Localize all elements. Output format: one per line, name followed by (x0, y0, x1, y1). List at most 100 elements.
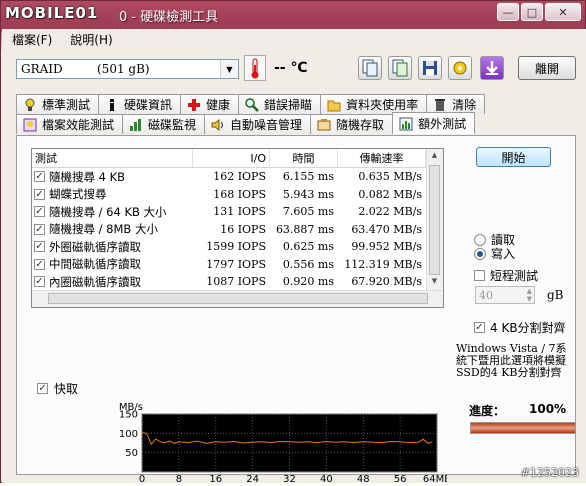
tab-benchmark[interactable]: 標準測試 (16, 94, 100, 114)
write-radio[interactable]: 寫入 (474, 245, 515, 262)
time-cell: 0.556 ms (282, 257, 334, 271)
start-button[interactable]: 開始 (476, 147, 551, 167)
column-header-io[interactable]: I/O (193, 149, 270, 167)
x-tick-label: 24 (246, 474, 259, 485)
time-cell: 63.887 ms (275, 222, 334, 236)
test-cell: ✓ 外圈磁軌循序讀取 (32, 239, 193, 255)
tab-label: 隨機存取 (336, 118, 385, 132)
test-name: 中間磁軌循序讀取 (49, 257, 141, 272)
window-title: 0 - 硬碟檢測工具 (119, 10, 219, 25)
tab-label: 檔案效能測試 (42, 118, 115, 132)
table-row[interactable]: ✓ 外圈磁軌循序讀取 1599 IOPS 0.625 ms 99.952 MB/s (32, 238, 443, 256)
align-checkbox[interactable]: ✓ 4 KB分割對齊 (474, 319, 566, 336)
x-tick-label: 40 (320, 474, 333, 485)
temperature-readout: -- ℃ (274, 60, 308, 76)
table-row[interactable]: ✓ 蝴蝶式搜尋 168 IOPS 5.943 ms 0.082 MB/s (32, 186, 443, 204)
gb-unit: gB (547, 288, 564, 302)
table-row[interactable]: ✓ 中間磁軌循序讀取 1797 IOPS 0.556 ms 112.319 MB/s (32, 256, 443, 274)
file-lightbulb-icon (23, 118, 37, 132)
quick-box: ✓ (37, 383, 48, 394)
options-icon[interactable] (448, 56, 472, 80)
io-cell: 1087 IOPS (206, 275, 266, 289)
menu-file[interactable]: 檔案(F) (12, 31, 52, 48)
tab-file-benchmark[interactable]: 檔案效能測試 (16, 114, 124, 134)
x-tick-label: 8 (176, 474, 182, 485)
row-checkbox[interactable]: ✓ (34, 223, 45, 235)
row-checkbox[interactable]: ✓ (34, 258, 45, 270)
transfer-rate-chart: MB/s 15010050 0816243240485664MB (119, 402, 447, 485)
short-test-checkbox[interactable]: 短程測試 (474, 267, 538, 284)
table-row[interactable]: ✓ 隨機搜尋 / 64 KB 大小 131 IOPS 7.605 ms 2.022 MB… (32, 203, 443, 221)
tab-error-scan[interactable]: 錯誤掃瞄 (238, 94, 322, 114)
column-header-test[interactable]: 測試 (32, 149, 193, 167)
download-icon[interactable] (480, 56, 504, 80)
chart-x-ticks: 0 8 16 24 32 40 48 56 64MB (139, 474, 447, 485)
info-icon (105, 98, 119, 112)
minimize-button[interactable]: — (497, 3, 519, 21)
horizontal-scrollbar[interactable] (32, 290, 443, 307)
copy-all-icon[interactable] (388, 56, 412, 80)
title-bar: MOBILE01 0 - 硬碟檢測工具 — □ ✕ (1, 1, 585, 27)
test-name: 隨機搜尋 4 KB (49, 169, 126, 184)
tab-row-1: 標準測試 硬碟資訊 健康 錯誤掃瞄 資料夾使用率 清除 (16, 94, 486, 114)
tab-erase[interactable]: 清除 (426, 94, 486, 114)
app-window: MOBILE01 0 - 硬碟檢測工具 — □ ✕ 檔案(F) 說明(H) GR… (0, 0, 586, 485)
align-note: Windows Vista / 7系統下暨用此選項將模擬SSD的4 KB分割對齊 (456, 342, 567, 379)
row-checkbox[interactable]: ✓ (34, 241, 45, 253)
gb-spinbox[interactable]: 40 ▲ ▼ (475, 286, 535, 304)
row-checkbox[interactable]: ✓ (34, 171, 45, 183)
column-header-rate[interactable]: 傳輸速率 (338, 149, 426, 167)
io-cell: 1599 IOPS (206, 240, 266, 254)
save-icon[interactable] (418, 56, 442, 80)
tab-disk-monitor[interactable]: 磁碟監視 (122, 114, 206, 134)
tab-health[interactable]: 健康 (180, 94, 240, 114)
close-button[interactable]: ✕ (545, 3, 581, 21)
tab-label: 硬碟資訊 (124, 98, 173, 112)
test-cell: ✓ 隨機搜尋 / 8MB 大小 (32, 221, 193, 237)
thermometer-icon (244, 55, 266, 81)
menu-help[interactable]: 說明(H) (70, 31, 112, 48)
tab-label: 磁碟監視 (148, 118, 197, 132)
row-checkbox[interactable]: ✓ (34, 188, 45, 200)
tab-row-2: 檔案效能測試 磁碟監視 自動噪音管理 隨機存取 額外測試 (16, 112, 476, 134)
chart-list-icon (399, 117, 413, 131)
maximize-button[interactable]: □ (521, 3, 543, 21)
tab-random-access[interactable]: 隨機存取 (310, 114, 394, 134)
table-row[interactable]: ✓ 隨機搜尋 / 8MB 大小 16 IOPS 63.887 ms 63.470 MB/… (32, 221, 443, 239)
column-header-time[interactable]: 時間 (270, 149, 338, 167)
tab-label: 錯誤掃瞄 (264, 98, 313, 112)
magnifier-icon (245, 97, 259, 112)
exit-button[interactable]: 離開 (518, 56, 576, 80)
row-checkbox[interactable]: ✓ (34, 206, 45, 218)
extra-tests-panel: 測試 I/O 時間 傳輸速率 ✓ 隨機搜尋 4 KB 162 IOPS 6.155 m… (16, 135, 576, 485)
io-cell: 1797 IOPS (206, 257, 266, 271)
time-cell: 5.943 ms (282, 187, 334, 201)
chevron-down-icon[interactable]: ▼ (220, 60, 238, 78)
trash-icon (433, 98, 447, 112)
test-cell: ✓ 隨機搜尋 / 64 KB 大小 (32, 204, 193, 220)
drive-select[interactable]: GRAID (501 gB) ▼ (16, 59, 239, 79)
bar-chart-icon (129, 118, 143, 132)
copy-icon[interactable] (358, 56, 382, 80)
vertical-scrollbar[interactable]: ▲ ▼ (426, 149, 443, 291)
test-name: 蝴蝶式搜尋 (49, 187, 107, 202)
table-row[interactable]: ✓ 隨機搜尋 4 KB 162 IOPS 6.155 ms 0.635 MB/s (32, 168, 443, 186)
io-cell: 162 IOPS (213, 170, 266, 184)
chart-plot-area (141, 413, 438, 473)
progress-value: 100% (529, 402, 567, 416)
tab-aam[interactable]: 自動噪音管理 (204, 114, 312, 134)
x-tick-label: 16 (209, 474, 222, 485)
progress-fill (471, 423, 575, 433)
tab-folder-usage[interactable]: 資料夾使用率 (320, 94, 428, 114)
tab-extra-tests[interactable]: 額外測試 (392, 112, 476, 134)
test-cell: ✓ 隨機搜尋 4 KB (32, 169, 193, 185)
read-radio-dot (474, 233, 486, 246)
tab-info[interactable]: 硬碟資訊 (98, 94, 182, 114)
rate-cell: 2.022 MB/s (358, 205, 422, 219)
quick-label: 快取 (54, 382, 79, 396)
row-checkbox[interactable]: ✓ (34, 276, 45, 288)
table-body: ✓ 隨機搜尋 4 KB 162 IOPS 6.155 ms 0.635 MB/s ✓ 蝴蝶式… (32, 168, 443, 307)
table-row[interactable]: ✓ 內圈磁軌循序讀取 1087 IOPS 0.920 ms 67.920 MB/s (32, 273, 443, 291)
results-table[interactable]: 測試 I/O 時間 傳輸速率 ✓ 隨機搜尋 4 KB 162 IOPS 6.155 m… (31, 148, 444, 308)
quick-checkbox[interactable]: ✓ 快取 (37, 380, 78, 397)
